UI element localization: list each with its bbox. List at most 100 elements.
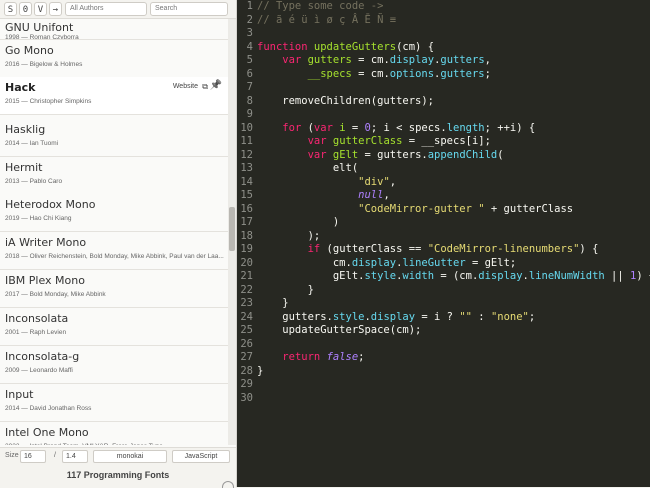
font-name: Hermit xyxy=(5,161,43,174)
pin-icon[interactable]: 📌 xyxy=(210,80,222,91)
font-list-item[interactable]: Inconsolata-g 2009 — Leonardo Maffi xyxy=(0,346,228,384)
code-token: "div" xyxy=(358,175,390,188)
toolbar-arrow-button[interactable]: → xyxy=(49,2,62,16)
code-token: ; xyxy=(484,67,491,80)
code-token: ; xyxy=(528,310,536,323)
code-token: gElt xyxy=(332,148,359,161)
language-select[interactable]: JavaScript xyxy=(172,450,230,463)
line-number: 7 xyxy=(246,81,253,93)
code-token: + gutterClass xyxy=(484,202,574,215)
code-token: gElt. xyxy=(257,270,365,282)
font-meta: 2013 — Pablo Caro xyxy=(5,178,63,185)
font-sidebar: S 0 V → All Authors Search GNU Unifont 19… xyxy=(0,0,237,487)
line-number: 15 xyxy=(240,189,253,201)
code-line: 29 xyxy=(237,377,650,391)
code-line: 25 updateGutterSpace(cm); xyxy=(237,323,650,337)
code-line: 24 gutters.style.display = i ? "" : "non… xyxy=(237,310,650,324)
font-list-item[interactable]: Inconsolata 2001 — Raph Levien xyxy=(0,308,228,346)
toolbar-button-0[interactable]: 0 xyxy=(19,2,32,16)
code-token: ( xyxy=(301,121,314,134)
font-meta: 2014 — Ian Tuomi xyxy=(5,140,59,147)
line-number: 2 xyxy=(246,13,253,26)
font-meta: 2001 — Raph Levien xyxy=(5,329,67,336)
code-line: 23 } xyxy=(237,296,650,310)
code-line: 6 __specs = cm.options.gutters; xyxy=(237,67,650,81)
code-token: = gElt; xyxy=(465,256,517,269)
font-name: Inconsolata xyxy=(5,312,69,325)
code-text: var gutterClass = __specs[i]; xyxy=(257,134,491,148)
code-line: 21 gElt.style.width = (cm.display.lineNu… xyxy=(237,269,650,283)
line-number: 22 xyxy=(240,283,253,296)
code-text: // Type some code -> xyxy=(257,0,383,13)
scrollbar-thumb[interactable] xyxy=(229,207,235,251)
code-token: appendChild xyxy=(427,148,498,161)
line-number: 24 xyxy=(240,310,253,323)
font-list-item[interactable]: Hack 2015 — Christopher Simpkins Website ⧉ 📌 xyxy=(0,77,228,115)
font-list-item[interactable]: Hermit 2013 — Pablo Caro xyxy=(0,157,228,195)
line-number: 13 xyxy=(240,162,253,174)
code-token: gutters xyxy=(440,67,485,80)
font-name: Inconsolata-g xyxy=(5,350,80,363)
code-line: 28} xyxy=(237,364,650,378)
code-token: if xyxy=(307,243,321,255)
code-token: function xyxy=(257,40,308,53)
code-line: 1 // Type some code -> xyxy=(237,0,650,13)
font-list-item[interactable]: iA Writer Mono 2018 — Oliver Reichenstein… xyxy=(0,232,228,270)
code-token: } xyxy=(257,297,289,309)
toolbar-button-s[interactable]: S xyxy=(4,2,17,16)
code-line: 10 for (var i = 0; i < specs.length; ++i… xyxy=(237,121,650,135)
font-list-item[interactable]: Hasklig 2014 — Ian Tuomi xyxy=(0,119,228,157)
code-text: var gElt = gutters.appendChild( xyxy=(257,148,504,162)
external-link-icon[interactable]: ⧉ xyxy=(202,82,208,92)
font-list-item[interactable]: Go Mono 2016 — Bigelow & Holmes xyxy=(0,40,228,78)
line-number: 8 xyxy=(246,94,253,107)
authors-filter[interactable]: All Authors xyxy=(65,2,147,16)
font-name: GNU Unifont xyxy=(5,21,74,34)
line-number: 1 xyxy=(246,0,253,12)
code-text: return false; xyxy=(257,350,364,364)
font-count: 117 Programming Fonts xyxy=(66,470,170,480)
theme-select[interactable]: monokai xyxy=(93,450,167,463)
size-input[interactable]: 16 xyxy=(20,450,46,463)
code-token: var xyxy=(282,54,302,66)
code-token: "CodeMirror-linenumbers" xyxy=(427,243,580,255)
code-token: ) xyxy=(257,216,340,228)
code-token: elt( xyxy=(257,162,359,174)
font-name: Intel One Mono xyxy=(5,426,89,439)
code-token: // Type some code -> xyxy=(257,0,384,12)
code-text: ); xyxy=(257,229,321,243)
code-line: 13 elt( xyxy=(237,161,650,175)
line-height-input[interactable]: 1.4 xyxy=(62,450,88,463)
code-editor[interactable]: 1 // Type some code -> 2 // ã é ü ì ø ç Â Ē… xyxy=(237,0,650,487)
font-list-item[interactable]: Heterodox Mono 2019 — Hao Chi Kiang xyxy=(0,194,228,232)
code-token: gutterClass xyxy=(332,135,403,147)
code-token: , xyxy=(383,189,390,201)
code-token: , xyxy=(484,54,491,66)
line-number: 30 xyxy=(240,391,253,404)
line-number: 16 xyxy=(240,202,253,215)
font-meta: 2015 — Christopher Simpkins xyxy=(5,98,92,105)
list-scrollbar[interactable] xyxy=(228,19,236,445)
code-line: 18 ); xyxy=(237,229,650,243)
font-list-item[interactable]: Intel One Mono 2023 — Intel Brand Team, V… xyxy=(0,422,228,445)
font-list-item[interactable]: IBM Plex Mono 2017 — Bold Monday, Mike Ab… xyxy=(0,270,228,308)
font-list-item[interactable]: GNU Unifont 1998 — Roman Czyborra xyxy=(0,19,228,40)
code-token: } xyxy=(257,364,264,377)
search-input[interactable]: Search xyxy=(150,2,228,16)
code-token: style xyxy=(364,270,397,282)
font-list-item[interactable]: Input 2014 — David Jonathan Ross xyxy=(0,384,228,422)
code-token: lineNumWidth xyxy=(528,270,605,282)
code-token: __specs xyxy=(307,67,352,80)
font-name: Go Mono xyxy=(5,44,54,57)
code-token: "none" xyxy=(490,310,529,323)
code-token: removeChildren(gutters); xyxy=(257,94,435,107)
code-token: gutters xyxy=(440,54,485,66)
code-line: 8 removeChildren(gutters); xyxy=(237,94,650,108)
website-link[interactable]: Website xyxy=(173,83,198,90)
code-token: } xyxy=(257,283,314,296)
toolbar-button-v[interactable]: V xyxy=(34,2,47,16)
line-number: 9 xyxy=(246,108,253,120)
